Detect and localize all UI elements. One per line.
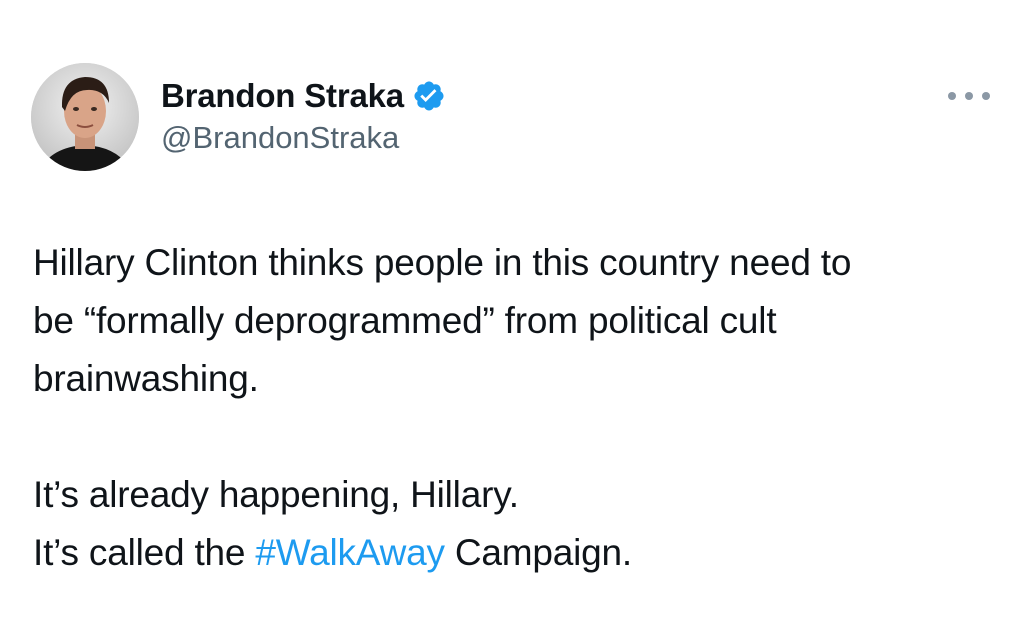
more-dot: [948, 92, 956, 100]
tweet-line: brainwashing.: [33, 358, 259, 399]
author-display-name[interactable]: Brandon Straka: [161, 77, 404, 115]
tweet-line: Hillary Clinton thinks people in this co…: [33, 242, 852, 283]
tweet-card: Brandon Straka @BrandonStraka Hillary Cl…: [0, 0, 1024, 627]
tweet-line: be “formally deprogrammed” from politica…: [33, 300, 777, 341]
more-options-icon[interactable]: [946, 84, 992, 108]
tweet-paragraph-1: Hillary Clinton thinks people in this co…: [33, 234, 1008, 408]
tweet-paragraph-2: It’s already happening, Hillary. It’s ca…: [33, 466, 1008, 582]
author-name-row: Brandon Straka: [161, 74, 446, 118]
avatar-photo: [31, 63, 139, 171]
tweet-line-prefix: It’s called the: [33, 532, 256, 573]
verified-badge-icon: [412, 79, 446, 113]
tweet-line: It’s already happening, Hillary.: [33, 474, 519, 515]
more-dot: [982, 92, 990, 100]
tweet-line-suffix: Campaign.: [444, 532, 633, 573]
more-dot: [965, 92, 973, 100]
avatar[interactable]: [31, 63, 139, 171]
hashtag-link[interactable]: #WalkAway: [255, 532, 445, 573]
tweet-text: Hillary Clinton thinks people in this co…: [33, 234, 1008, 582]
author-handle[interactable]: @BrandonStraka: [161, 120, 399, 156]
